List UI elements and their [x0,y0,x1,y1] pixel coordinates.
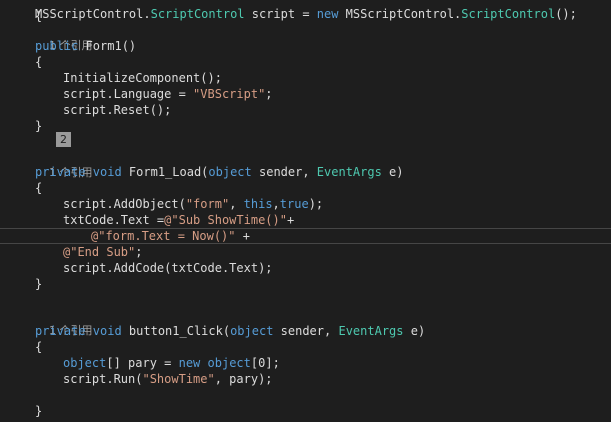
code-token-keyword: object [207,356,251,370]
codelens-references[interactable]: 1 个引用 [35,22,93,52]
code-token: [] pary = [106,356,179,370]
code-token: ; [135,245,143,259]
code-token-string: "form" [185,197,230,211]
code-token: InitializeComponent(); [63,71,222,85]
code-token: ); [308,197,324,211]
code-token: + [235,229,250,243]
code-token-type: ScriptControl [150,7,245,21]
code-token: { [35,181,43,195]
code-line: } [35,403,42,419]
code-token: button1_Click( [121,324,231,338]
code-line-method-button1-click: private void button1_Click(object sender… [35,323,425,339]
code-line: txtCode.Text =@"Sub ShowTime()"+ [63,212,294,228]
code-line: InitializeComponent(); [63,70,222,86]
code-line: @"End Sub"; [63,244,142,260]
code-token: sender, [251,165,317,179]
code-token: { [35,340,43,354]
code-token: + [286,213,295,227]
code-token-keyword: private [35,165,86,179]
code-token: } [35,119,43,133]
code-token-string: @"Sub ShowTime()" [164,213,287,227]
codelens-references[interactable]: 1 个引用 [35,307,93,337]
code-token-keyword: void [85,165,122,179]
code-token-string: @"form.Text = Now()" [91,229,236,243]
code-line: script.Language = "VBScript"; [63,86,273,102]
code-line: script.AddCode(txtCode.Text); [63,260,273,276]
code-line-method-form1-load: private void Form1_Load(object sender, E… [35,164,404,180]
code-token: , pary); [214,372,273,386]
code-token-string: "ShowTime" [142,372,215,386]
code-token: , [272,197,280,211]
code-token-keyword: true [279,197,309,211]
code-token-string: "VBScript" [193,87,266,101]
code-token: [0]; [250,356,280,370]
code-token: sender, [273,324,339,338]
code-token: e) [403,324,426,338]
code-line: script.Run("ShowTime", pary); [63,371,273,387]
code-token: e) [381,165,404,179]
code-token-keyword: new [316,7,339,21]
code-token: (); [555,7,577,21]
code-line: { [35,54,42,70]
code-token: Form1() [78,39,137,53]
code-line: object[] pary = new object[0]; [63,355,280,371]
code-line-current: @"form.Text = Now()" + [91,228,250,244]
code-line: script.Reset(); [63,102,171,118]
code-token-keyword: public [35,39,79,53]
code-token: MSScriptControl. [35,7,151,21]
code-token: MSScriptControl. [338,7,462,21]
code-line: } [35,276,42,292]
code-token: script = [244,7,317,21]
code-token-type: EventArgs [316,165,382,179]
code-token-keyword: void [85,324,122,338]
line-marker-badge[interactable]: 2 [56,132,71,147]
code-line: } [35,118,42,134]
code-token-keyword: object [63,356,107,370]
code-token-keyword: private [35,324,86,338]
code-token: script.AddObject( [63,197,186,211]
code-token-keyword: this [243,197,273,211]
code-token: Form1_Load( [121,165,209,179]
code-line-constructor: public Form1() [35,38,136,54]
code-token: txtCode.Text = [63,213,165,227]
code-line: { [35,180,42,196]
code-token-keyword: object [208,165,252,179]
code-token: { [35,55,43,69]
code-line: { [35,339,42,355]
code-token: } [35,277,43,291]
code-token: script.AddCode(txtCode.Text); [63,261,273,275]
code-token-keyword: object [230,324,274,338]
code-token-string: @"End Sub" [63,245,136,259]
code-token-keyword: new [178,356,201,370]
code-token-type: ScriptControl [461,7,556,21]
code-editor[interactable]: { MSScriptControl.ScriptControl script =… [0,0,611,422]
code-token: , [229,197,244,211]
code-token: script.Reset(); [63,103,172,117]
code-line: script.AddObject("form", this,true); [63,196,323,212]
code-token-type: EventArgs [338,324,404,338]
code-line-field-declaration: MSScriptControl.ScriptControl script = n… [35,6,577,22]
code-token: script.Run( [63,372,143,386]
codelens-references[interactable]: 1 个引用 [35,149,93,179]
code-token: } [35,404,43,418]
code-token: script.Language = [63,87,194,101]
code-token: ; [265,87,273,101]
